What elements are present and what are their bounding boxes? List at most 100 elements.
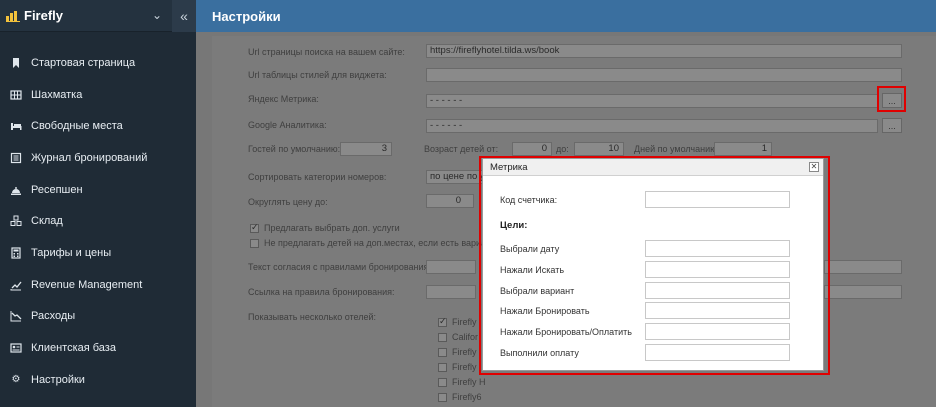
sidebar-item-start[interactable]: Стартовая страница: [0, 47, 196, 79]
sidebar-item-label: Revenue Management: [31, 278, 143, 291]
consent-text-input[interactable]: [426, 260, 476, 274]
goal-select-date-input[interactable]: [645, 240, 790, 257]
warehouse-icon: [10, 215, 22, 227]
hotel-label: Firefly: [452, 347, 477, 357]
sidebar-item-label: Шахматка: [31, 88, 83, 101]
offer-services-checkbox[interactable]: [250, 222, 259, 233]
hotel-checkbox[interactable]: [438, 393, 447, 402]
styles-url-label: Url таблицы стилей для виджета:: [248, 70, 387, 80]
no-children-checkbox[interactable]: [250, 239, 259, 248]
sidebar-item-label: Настройки: [31, 373, 85, 386]
rules-link-input-end[interactable]: [824, 285, 902, 299]
child-age-to-input[interactable]: 10: [574, 142, 624, 156]
goals-heading: Цели:: [500, 220, 528, 231]
goal-label: Выбрали вариант: [500, 286, 575, 296]
sidebar-item-clients[interactable]: Клиентская база: [0, 332, 196, 364]
google-analytics-settings-button[interactable]: ...: [882, 118, 902, 133]
header: Настройки: [196, 0, 936, 32]
dialog-title: Метрика: [490, 161, 528, 173]
sidebar-item-free-places[interactable]: Свободные места: [0, 110, 196, 142]
sidebar-item-tariffs[interactable]: Тарифы и цены: [0, 237, 196, 269]
sidebar-nav: Стартовая страница Шахматка Свободные ме…: [0, 47, 196, 396]
hotel-checkbox[interactable]: [438, 378, 447, 387]
offer-services-label: Предлагать выбрать доп. услуги: [264, 223, 400, 233]
goal-label: Нажали Бронировать/Оплатить: [500, 327, 632, 337]
sidebar-item-label: Расходы: [31, 310, 76, 323]
calculator-icon: [11, 247, 21, 259]
hotel-checkbox[interactable]: [438, 363, 447, 372]
hotel-checkbox[interactable]: [438, 316, 447, 327]
dialog-titlebar: Метрика ✕: [483, 159, 823, 176]
chevron-down-icon[interactable]: ⌄: [152, 8, 162, 22]
bookmark-icon: [13, 57, 19, 68]
google-analytics-input[interactable]: - - - - - -: [426, 119, 878, 133]
child-age-from-input[interactable]: 0: [512, 142, 552, 156]
bed-icon: [11, 123, 22, 131]
collapse-sidebar-button[interactable]: «: [172, 0, 196, 32]
sidebar-item-warehouse[interactable]: Склад: [0, 205, 196, 237]
gear-icon: ⚙: [11, 374, 21, 386]
search-url-input[interactable]: https://fireflyhotel.tilda.ws/book: [426, 44, 902, 58]
firefly-logo-icon: [6, 10, 20, 22]
rules-link-label: Ссылка на правила бронирования:: [248, 287, 395, 297]
sort-categories-label: Сортировать категории номеров:: [248, 172, 387, 182]
goal-label: Выбрали дату: [500, 244, 560, 254]
goal-select-variant-input[interactable]: [645, 282, 790, 299]
yandex-metrika-label: Яндекс Метрика:: [248, 94, 319, 104]
double-chevron-left-icon: «: [180, 8, 188, 24]
goal-search-input[interactable]: [645, 261, 790, 278]
grid-icon: [10, 89, 22, 100]
sidebar-item-chessboard[interactable]: Шахматка: [0, 79, 196, 111]
contact-card-icon: [10, 343, 22, 353]
sidebar-item-settings[interactable]: ⚙ Настройки: [0, 364, 196, 396]
trend-down-icon: [10, 311, 22, 322]
child-age-to-label: до:: [556, 144, 569, 154]
guests-default-input[interactable]: 3: [340, 142, 392, 156]
hotel-label: Firefly H: [452, 377, 486, 387]
goal-paid-input[interactable]: [645, 344, 790, 361]
sidebar-item-label: Свободные места: [31, 120, 123, 133]
sidebar-item-reception[interactable]: Ресепшен: [0, 174, 196, 206]
child-age-label: Возраст детей от:: [424, 144, 499, 154]
sidebar: Firefly ⌄ « Стартовая страница Шахматка …: [0, 0, 196, 407]
days-default-label: Дней по умолчанию:: [634, 144, 720, 154]
round-price-label: Округлять цену до:: [248, 197, 328, 207]
counter-code-input[interactable]: [645, 191, 790, 208]
sidebar-item-expenses[interactable]: Расходы: [0, 301, 196, 333]
search-url-label: Url страницы поиска на вашем сайте:: [248, 47, 405, 57]
sidebar-item-label: Склад: [31, 215, 63, 228]
brand[interactable]: Firefly ⌄ «: [0, 0, 196, 32]
rules-link-input[interactable]: [426, 285, 476, 299]
sidebar-item-bookings-journal[interactable]: Журнал бронирований: [0, 142, 196, 174]
days-default-input[interactable]: 1: [714, 142, 772, 156]
sidebar-item-revenue-management[interactable]: Revenue Management: [0, 269, 196, 301]
hotel-label: Firefly: [452, 362, 477, 372]
sidebar-item-label: Ресепшен: [31, 183, 83, 196]
hotel-label: Califor: [452, 332, 479, 342]
hotel-checkbox[interactable]: [438, 333, 447, 342]
goal-book-input[interactable]: [645, 302, 790, 319]
no-children-label: Не предлагать детей на доп.местах, если …: [264, 238, 487, 248]
goal-book-pay-input[interactable]: [645, 323, 790, 340]
hotel-label: Firefly: [452, 317, 477, 327]
sidebar-item-label: Стартовая страница: [31, 56, 136, 69]
consent-text-input-end[interactable]: [824, 260, 902, 274]
sidebar-item-label: Клиентская база: [31, 342, 116, 355]
close-icon[interactable]: ✕: [809, 162, 819, 172]
yandex-button-highlight: [877, 86, 906, 112]
hotel-label: Firefly6: [452, 392, 482, 402]
goal-label: Выполнили оплату: [500, 348, 579, 358]
guests-default-label: Гостей по умолчанию:: [248, 144, 341, 154]
goal-label: Нажали Бронировать: [500, 306, 590, 316]
journal-icon: [10, 152, 22, 164]
counter-code-label: Код счетчика:: [500, 195, 558, 205]
round-price-input[interactable]: 0: [426, 194, 474, 208]
sidebar-item-label: Тарифы и цены: [31, 246, 112, 259]
yandex-metrika-input[interactable]: - - - - - -: [426, 94, 878, 108]
sidebar-item-label: Журнал бронирований: [31, 151, 148, 164]
styles-url-input[interactable]: [426, 68, 902, 82]
trend-up-icon: [10, 281, 22, 291]
consent-text-label: Текст согласия с правилами бронирования:: [248, 262, 431, 272]
hotel-checkbox[interactable]: [438, 348, 447, 357]
goal-label: Нажали Искать: [500, 265, 565, 275]
